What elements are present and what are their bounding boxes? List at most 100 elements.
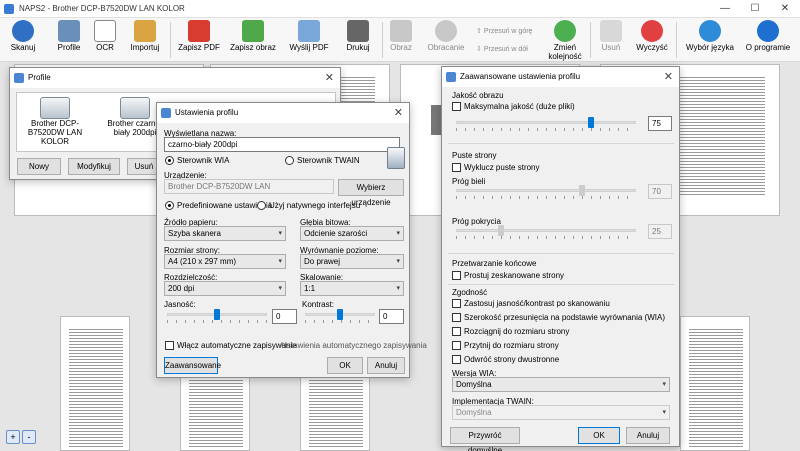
native-ui-radio[interactable]	[257, 201, 266, 210]
stretch-label: Rozciągnij do rozmiaru strony	[464, 327, 570, 336]
coverage-threshold-label: Próg pokrycia	[452, 217, 501, 226]
reverse-button[interactable]: Zmień kolejność	[544, 20, 586, 61]
language-button[interactable]: Wybór języka	[682, 20, 738, 60]
move-up-button[interactable]: ⇧ Przesuń w górę	[476, 27, 532, 35]
close-icon[interactable]: ✕	[325, 71, 334, 84]
ocr-button[interactable]: OCR	[90, 20, 120, 60]
reverse-icon	[554, 20, 576, 42]
ok-button[interactable]: OK	[327, 357, 363, 374]
advanced-dialog-icon	[446, 72, 456, 82]
blank-pages-heading: Puste strony	[452, 151, 497, 160]
button-label: OK	[593, 431, 605, 440]
select-value: Szyba skanera	[168, 229, 221, 238]
move-down-button[interactable]: ⇩ Przesuń w dół	[476, 45, 528, 53]
resolution-select[interactable]: 200 dpi ▾	[164, 281, 286, 296]
send-pdf-button[interactable]: Wyślij PDF	[286, 20, 332, 60]
slider-thumb[interactable]	[337, 309, 343, 320]
cancel-button[interactable]: Anuluj	[367, 357, 405, 374]
display-name-field[interactable]: czarno-biały 200dpi	[164, 137, 400, 152]
paper-source-select[interactable]: Szyba skanera ▾	[164, 226, 286, 241]
white-threshold-field[interactable]: 70	[648, 184, 672, 199]
stretch-checkbox[interactable]	[452, 327, 461, 336]
wia-version-select[interactable]: Domyślna ▾	[452, 377, 670, 392]
app-icon	[4, 4, 14, 14]
chevron-down-icon: ▾	[278, 285, 282, 292]
auto-save-checkbox[interactable]	[165, 341, 174, 350]
profiles-dialog-icon	[14, 73, 24, 83]
page-thumbnail[interactable]	[680, 316, 750, 451]
scan-icon	[12, 20, 34, 42]
page-thumbnail[interactable]	[60, 316, 130, 451]
profile-settings-dialog: Ustawienia profilu ✕ Wyświetlana nazwa: …	[156, 102, 427, 378]
horizontal-align-select[interactable]: Do prawej ▾	[300, 254, 404, 269]
slider-thumb[interactable]	[498, 225, 504, 236]
scan-button[interactable]: Skanuj	[6, 20, 40, 60]
import-button[interactable]: Importuj	[126, 20, 164, 60]
info-icon	[757, 20, 779, 42]
driver-wia-radio[interactable]	[165, 156, 174, 165]
close-button[interactable]: ✕	[770, 0, 800, 18]
zoom-out-button[interactable]: -	[22, 430, 36, 444]
brightness-value-field[interactable]: 0	[272, 309, 297, 324]
scale-select[interactable]: 1:1 ▾	[300, 281, 404, 296]
button-label: Nowy	[28, 162, 49, 171]
print-button[interactable]: Drukuj	[340, 20, 376, 60]
advanced-settings-dialog: Zaawansowane ustawienia profilu ✕ Jakość…	[441, 66, 680, 451]
toolbar-separator	[170, 22, 171, 58]
auto-save-settings-link[interactable]: Ustawienia automatycznego zapisywania	[281, 341, 427, 350]
driver-twain-radio[interactable]	[285, 156, 294, 165]
profiles-button[interactable]: Profile	[52, 20, 86, 60]
minimize-button[interactable]: —	[710, 0, 740, 18]
flip-duplex-checkbox[interactable]	[452, 355, 461, 364]
delete-button[interactable]: Usuń	[596, 20, 626, 60]
crop-checkbox[interactable]	[452, 341, 461, 350]
quality-value-field[interactable]: 75	[648, 116, 672, 131]
about-button[interactable]: O programie	[742, 20, 794, 60]
dialog-title: Zaawansowane ustawienia profilu	[460, 72, 581, 81]
contrast-value-field[interactable]: 0	[379, 309, 404, 324]
page-text	[69, 327, 123, 447]
width-offset-checkbox[interactable]	[452, 313, 461, 322]
close-icon[interactable]: ✕	[664, 70, 673, 83]
button-label: Przywróć domyślne	[467, 431, 503, 451]
profile-item[interactable]: Brother DCP-B7520DW LAN KOLOR	[23, 97, 87, 146]
zoom-in-button[interactable]: +	[6, 430, 20, 444]
toolbar: Skanuj Profile OCR Importuj Zapisz PDF Z…	[0, 18, 800, 62]
slider-thumb[interactable]	[579, 185, 585, 196]
predefined-settings-radio[interactable]	[165, 201, 174, 210]
apply-brightness-checkbox[interactable]	[452, 299, 461, 308]
image-button[interactable]: Obraz	[386, 20, 416, 60]
slider-thumb[interactable]	[214, 309, 220, 320]
button-label: Modyfikuj	[77, 162, 111, 171]
ok-button[interactable]: OK	[578, 427, 620, 444]
maximize-button[interactable]: ☐	[740, 0, 770, 18]
new-profile-button[interactable]: Nowy	[17, 158, 61, 175]
advanced-button[interactable]: Zaawansowane	[164, 357, 221, 374]
page-text	[689, 327, 743, 447]
save-image-button[interactable]: Zapisz obraz	[228, 20, 278, 60]
scanner-icon	[40, 97, 70, 119]
bit-depth-select[interactable]: Odcienie szarości ▾	[300, 226, 404, 241]
rotate-button[interactable]: Obracanie	[424, 20, 468, 60]
crop-label: Przytnij do rozmiaru strony	[464, 341, 559, 350]
button-label: Usuń	[134, 162, 154, 171]
clear-button[interactable]: Wyczyść	[632, 20, 672, 60]
choose-device-button[interactable]: Wybierz urządzenie	[338, 179, 404, 207]
save-pdf-button[interactable]: Zapisz PDF	[176, 20, 222, 60]
twain-impl-select[interactable]: Domyślna ▾	[452, 405, 670, 420]
select-value: Domyślna	[456, 380, 492, 389]
close-icon[interactable]: ✕	[394, 106, 403, 119]
device-field: Brother DCP-B7520DW LAN	[164, 179, 334, 194]
native-ui-label: Użyj natywnego interfejsu	[269, 201, 361, 210]
coverage-threshold-field[interactable]: 25	[648, 224, 672, 239]
page-size-select[interactable]: A4 (210 x 297 mm) ▾	[164, 254, 286, 269]
deskew-checkbox[interactable]	[452, 271, 461, 280]
edit-profile-button[interactable]: Modyfikuj	[68, 158, 120, 175]
cancel-button[interactable]: Anuluj	[626, 427, 670, 444]
profile-label: Brother czarno-biały 200dpi	[107, 119, 163, 137]
apply-brightness-label: Zastosuj jasność/kontrast po skanowaniu	[464, 299, 610, 308]
slider-thumb[interactable]	[588, 117, 594, 128]
exclude-blank-checkbox[interactable]	[452, 163, 461, 172]
max-quality-checkbox[interactable]	[452, 102, 461, 111]
restore-defaults-button[interactable]: Przywróć domyślne	[450, 427, 520, 451]
